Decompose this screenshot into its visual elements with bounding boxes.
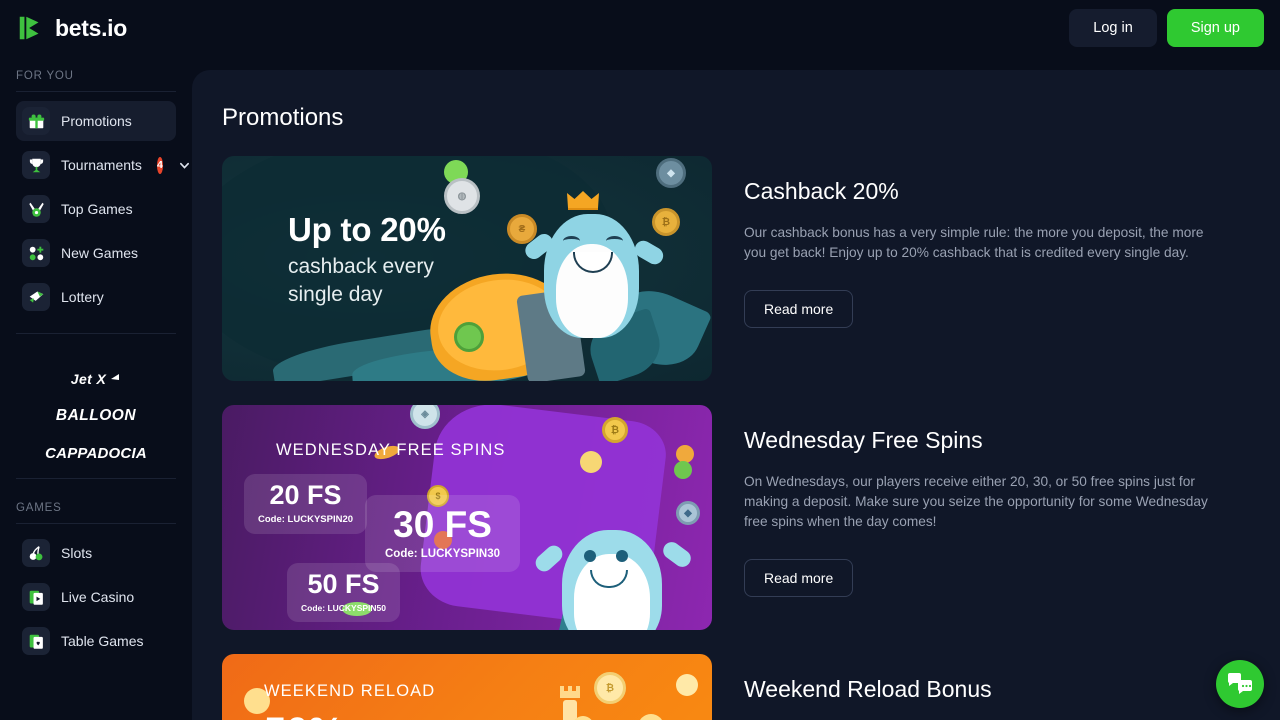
sidebar-brand-links: Jet X BALLOON CAPPADOCIA [16, 343, 176, 478]
coin-blue: ◆ [656, 158, 686, 188]
sidebar-item-label: Top Games [61, 201, 133, 217]
free-spin-offer-20: 20 FS Code: LUCKYSPIN20 [244, 474, 368, 534]
sidebar-item-live-casino[interactable]: Live Casino [16, 577, 176, 617]
tournaments-badge: 4 [156, 156, 163, 174]
promotion-info: Wednesday Free Spins On Wednesdays, our … [744, 405, 1250, 630]
promotion-description: On Wednesdays, our players receive eithe… [744, 474, 1208, 529]
offer-code: Code: LUCKYSPIN20 [258, 514, 354, 525]
app-root: bets.io Log in Sign up FOR YOU Promotion… [0, 0, 1280, 720]
brand-cappadocia[interactable]: CAPPADOCIA [16, 435, 176, 472]
coin-yellow [580, 451, 602, 473]
yeti-mascot [521, 191, 667, 342]
promotions-list: ◍ ₴ ₿ ◆ Up to 20% cashback every single … [192, 132, 1280, 720]
sidebar-item-label: Promotions [61, 113, 132, 129]
brand-label: Jet X [70, 371, 107, 387]
sidebar-item-top-games[interactable]: Top Games [16, 189, 176, 229]
divider [16, 91, 176, 92]
table-games-icon [22, 627, 50, 655]
promotion-item: ₿ $ ◆ ◈ WEDNESDAY FREE SPINS 20 FS Code:… [222, 405, 1250, 630]
read-more-button[interactable]: Read more [744, 290, 854, 328]
brand-label: CAPPADOCIA [45, 445, 147, 462]
content-panel: Promotions ◍ ₴ ₿ ◆ Up to 20% cashback ev… [192, 70, 1280, 720]
coin-green-2 [454, 322, 484, 352]
top-header: bets.io Log in Sign up [0, 0, 1280, 56]
promotion-info: Cashback 20% Our cashback bonus has a ve… [744, 156, 1250, 381]
bets-logo-icon [19, 16, 39, 40]
coin-pale-2 [638, 714, 664, 720]
offer-amount: 30 FS [393, 504, 492, 545]
coin-bitcoin: ₿ [652, 208, 680, 236]
sidebar-item-promotions[interactable]: Promotions [16, 101, 176, 141]
banner-headline: WEDNESDAY FREE SPINS [276, 441, 506, 459]
promotion-info: Weekend Reload Bonus [744, 654, 1250, 720]
sidebar-item-new-games[interactable]: New Games [16, 233, 176, 273]
sidebar-item-label: Table Games [61, 633, 144, 649]
offer-code: Code: LUCKYSPIN30 [385, 548, 501, 560]
crown-icon [567, 191, 599, 210]
sidebar-item-label: New Games [61, 245, 139, 261]
coin-crystal: ◈ [410, 405, 440, 429]
sidebar: FOR YOU Promotions Tournaments 4 Top Gam… [0, 56, 192, 720]
sidebar-item-lottery[interactable]: Lottery [16, 277, 176, 317]
brand-balloon[interactable]: BALLOON [16, 397, 176, 435]
offer-code: Code: LUCKYSPIN50 [301, 603, 387, 613]
gift-icon [22, 107, 50, 135]
header-actions: Log in Sign up [1069, 9, 1264, 47]
chess-rook-icon [560, 686, 580, 720]
login-button[interactable]: Log in [1069, 9, 1157, 47]
jetx-flame-icon [111, 374, 120, 380]
coin-bitcoin: ₿ [602, 417, 628, 443]
offer-amount: 20 FS [269, 480, 342, 510]
coin-silver: ◆ [676, 501, 700, 525]
sidebar-item-label: Live Casino [61, 589, 135, 605]
signup-button[interactable]: Sign up [1166, 9, 1264, 47]
sidebar-item-table-games[interactable]: Table Games [16, 621, 176, 661]
promotion-item: ₿ WEEKEND RELOAD 50% Weekend Reload Bonu… [222, 654, 1250, 720]
brand-logo[interactable]: bets.io [16, 13, 127, 43]
free-spin-offer-30: 30 FS Code: LUCKYSPIN30 [365, 495, 521, 572]
sidebar-item-slots[interactable]: Slots [16, 533, 176, 573]
banner-headline: Up to 20% [288, 211, 446, 248]
promotion-item: ◍ ₴ ₿ ◆ Up to 20% cashback every single … [222, 156, 1250, 381]
banner-subline: 50% [264, 710, 344, 720]
coin-bitcoin: ₿ [594, 672, 626, 704]
brand-label: BALLOON [55, 407, 137, 424]
sidebar-item-label: Tournaments [61, 157, 142, 173]
chat-support-button[interactable] [1216, 660, 1264, 708]
medal-icon [22, 195, 50, 223]
promotion-title: Wednesday Free Spins [744, 427, 983, 453]
promotion-banner-cashback[interactable]: ◍ ₴ ₿ ◆ Up to 20% cashback every single … [222, 156, 712, 381]
read-more-button[interactable]: Read more [744, 559, 854, 597]
offer-amount: 50 FS [307, 569, 380, 599]
lottery-ticket-icon [22, 283, 50, 311]
coin-green [674, 461, 692, 479]
promotion-title: Cashback 20% [744, 178, 899, 204]
banner-subline: cashback every single day [288, 255, 434, 306]
trophy-icon [22, 151, 50, 179]
brand-jetx[interactable]: Jet X [16, 361, 176, 397]
coin-silver: ◍ [444, 178, 480, 214]
promotion-title: Weekend Reload Bonus [744, 676, 992, 702]
banner-headline: WEEKEND RELOAD [264, 682, 436, 700]
brand-logo-text: bets.io [55, 14, 128, 41]
live-casino-icon [22, 583, 50, 611]
promotion-description: Our cashback bonus has a very simple rul… [744, 225, 1204, 260]
yeti-mascot [532, 510, 695, 630]
cherries-icon [22, 539, 50, 567]
sidebar-section-for-you: FOR YOU [16, 70, 74, 82]
sidebar-item-label: Slots [61, 545, 93, 561]
promotion-banner-weekend[interactable]: ₿ WEEKEND RELOAD 50% [222, 654, 712, 720]
chevron-down-icon[interactable] [179, 160, 190, 171]
sidebar-item-tournaments[interactable]: Tournaments 4 [16, 145, 189, 185]
coin-pale-3 [676, 674, 698, 696]
promotion-banner-wednesday[interactable]: ₿ $ ◆ ◈ WEDNESDAY FREE SPINS 20 FS Code:… [222, 405, 712, 630]
chat-bubbles-icon [1227, 673, 1252, 694]
sidebar-section-games: GAMES [16, 502, 62, 514]
page-title: Promotions [222, 104, 344, 131]
sidebar-item-label: Lottery [61, 289, 104, 305]
new-games-icon [22, 239, 50, 267]
